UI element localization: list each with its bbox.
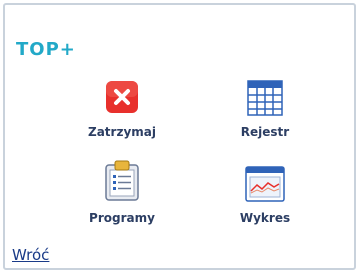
stop-tile[interactable]: Zatrzymaj [67, 79, 177, 149]
stop-label: Zatrzymaj [88, 125, 156, 139]
stop-icon [104, 79, 140, 119]
chart-window-icon [244, 165, 286, 207]
table-icon [246, 79, 284, 121]
app-logo: TOP+ [16, 39, 76, 60]
programs-tile[interactable]: Programy [67, 160, 177, 230]
back-link[interactable]: Wróć [12, 246, 49, 264]
register-label: Rejestr [240, 125, 290, 139]
menu-panel: TOP+ Zatrzymaj Rejestr Programy Wykres [3, 3, 356, 270]
chart-label: Wykres [239, 211, 291, 225]
register-tile[interactable]: Rejestr [210, 79, 320, 149]
programs-label: Programy [89, 211, 155, 225]
clipboard-icon [102, 160, 142, 206]
chart-tile[interactable]: Wykres [210, 165, 320, 230]
